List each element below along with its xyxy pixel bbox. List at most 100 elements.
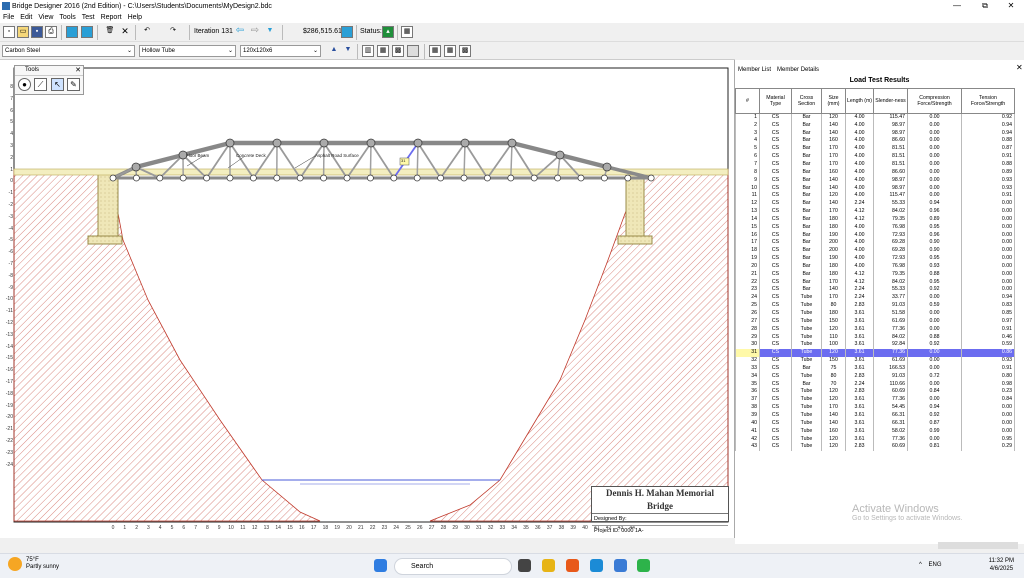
table-row[interactable]: 37 CS Tube 120 3.61 77.36 0.00 0.84	[735, 395, 1015, 404]
top-joint[interactable]	[460, 138, 470, 148]
deck-joint[interactable]	[320, 174, 327, 182]
search-box[interactable]: Search	[394, 558, 512, 575]
file-explorer-icon[interactable]	[542, 559, 555, 572]
deck-joint[interactable]	[530, 174, 538, 182]
menu-test[interactable]: Test	[79, 12, 98, 23]
table-row[interactable]: 2 CS Bar 140 4.00 98.97 0.00 0.94	[735, 121, 1015, 130]
table-row[interactable]: 27 CS Tube 150 3.61 61.69 0.00 0.97	[735, 317, 1015, 326]
tray-icons[interactable]: ^ ENG	[919, 562, 942, 568]
table-row[interactable]: 12 CS Bar 140 2.24 55.33 0.94 0.00	[735, 199, 1015, 208]
deck-joint[interactable]	[624, 174, 632, 182]
eraser-tool-icon[interactable]: ✎	[67, 78, 80, 91]
table-row[interactable]: 25 CS Tube 80 2.83 91.03 0.59 0.83	[735, 301, 1015, 310]
table-row[interactable]: 19 CS Bar 190 4.00 72.93 0.95 0.00	[735, 254, 1015, 263]
table-row[interactable]: 17 CS Bar 200 4.00 69.28 0.90 0.00	[735, 239, 1015, 247]
web-member[interactable]	[369, 142, 372, 179]
table-row[interactable]: 39 CS Tube 140 3.61 66.31 0.92 0.00	[735, 411, 1015, 420]
start-icon[interactable]	[374, 559, 387, 572]
deck-joint[interactable]	[577, 174, 585, 182]
horizontal-scrollbar[interactable]	[938, 542, 1018, 549]
deck-joint[interactable]	[179, 174, 187, 182]
medium-grid-icon[interactable]: ▦	[444, 45, 456, 57]
table-row[interactable]: 6 CS Bar 170 4.00 81.51 0.00 0.91	[735, 152, 1015, 161]
top-joint[interactable]	[507, 138, 517, 148]
maximize-button[interactable]: ⧉	[972, 0, 998, 12]
bridge-drawing[interactable]	[0, 60, 735, 538]
drawing-canvas[interactable]: Floor Beam Concrete Deck Asphalt Road Su…	[0, 60, 735, 538]
top-joint[interactable]	[272, 138, 282, 148]
top-joint[interactable]	[413, 138, 423, 148]
table-row[interactable]: 28 CS Tube 120 3.61 77.36 0.00 0.91	[735, 325, 1015, 334]
print-icon[interactable]: ⎙	[45, 26, 57, 38]
table-row[interactable]: 5 CS Bar 170 4.00 81.51 0.00 0.87	[735, 144, 1015, 153]
menu-edit[interactable]: Edit	[17, 12, 35, 23]
deck-joint[interactable]	[460, 174, 468, 182]
column-header[interactable]: Compression Force/Strength	[907, 88, 962, 114]
table-row[interactable]: 32 CS Tube 150 3.61 61.69 0.00 0.93	[735, 356, 1015, 365]
clock[interactable]: 11:32 PM 4/6/2025	[989, 557, 1014, 573]
cancel-icon[interactable]: ✕	[119, 26, 131, 38]
top-chord-member[interactable]	[559, 152, 608, 170]
web-member[interactable]	[463, 142, 466, 179]
size-select[interactable]: 120x120x6 ⌄	[240, 45, 321, 57]
column-header[interactable]: Size (mm)	[821, 88, 846, 114]
table-row[interactable]: 42 CS Tube 120 3.61 77.36 0.00 0.95	[735, 435, 1015, 443]
deck-joint[interactable]	[601, 174, 608, 182]
table-row[interactable]: 8 CS Bar 160 4.00 86.60 0.00 0.89	[735, 168, 1015, 177]
table-row[interactable]: 10 CS Bar 140 4.00 98.97 0.00 0.93	[735, 184, 1015, 192]
deck-joint[interactable]	[133, 174, 140, 182]
table-row[interactable]: 30 CS Tube 100 3.61 92.84 0.92 0.59	[735, 340, 1015, 349]
table-row[interactable]: 24 CS Tube 170 2.24 33.77 0.00 0.94	[735, 293, 1015, 302]
iteration-browser-icon[interactable]: ▼	[264, 26, 276, 38]
table-row[interactable]: 4 CS Bar 160 4.00 86.60 0.00 0.88	[735, 137, 1015, 145]
deck-joint[interactable]	[343, 174, 351, 182]
brave-icon[interactable]	[566, 559, 579, 572]
deck-joint[interactable]	[109, 174, 117, 182]
table-row[interactable]: 34 CS Tube 80 2.83 91.03 0.72 0.80	[735, 372, 1015, 381]
section-select[interactable]: Hollow Tube ⌄	[139, 45, 236, 57]
deck-joint[interactable]	[226, 174, 234, 182]
table-row[interactable]: 43 CS Tube 120 2.83 60.69 0.81 0.29	[735, 442, 1015, 451]
table-row[interactable]: 13 CS Bar 170 4.12 84.02 0.96 0.00	[735, 207, 1015, 216]
weather-widget[interactable]: 75°F Partly sunny	[8, 557, 59, 571]
minimize-button[interactable]: —	[944, 0, 970, 12]
table-row[interactable]: 14 CS Bar 180 4.12 79.35 0.89 0.00	[735, 215, 1015, 224]
cost-report-icon[interactable]	[341, 26, 353, 38]
deck-joint[interactable]	[156, 174, 164, 182]
deck-joint[interactable]	[484, 174, 491, 182]
table-row[interactable]: 41 CS Tube 160 3.61 58.02 0.99 0.00	[735, 427, 1015, 436]
table-row[interactable]: 29 CS Tube 110 3.61 84.02 0.88 0.46	[735, 333, 1015, 341]
deck-joint[interactable]	[390, 174, 398, 182]
table-row[interactable]: 15 CS Bar 180 4.00 76.98 0.95 0.00	[735, 223, 1015, 232]
deck-joint[interactable]	[250, 174, 257, 182]
menu-view[interactable]: View	[35, 12, 56, 23]
chrome-icon[interactable]	[637, 559, 650, 572]
top-joint[interactable]	[602, 162, 612, 172]
web-member[interactable]	[416, 142, 419, 179]
table-row[interactable]: 9 CS Bar 140 4.00 98.97 0.00 0.93	[735, 176, 1015, 185]
panel-close-icon[interactable]: ✕	[1016, 63, 1023, 72]
drawing-board-icon[interactable]	[66, 26, 78, 38]
tools-close-icon[interactable]: ✕	[75, 66, 81, 74]
new-file-icon[interactable]: ▫	[3, 26, 15, 38]
labels-icon[interactable]: ▩	[392, 45, 404, 57]
tab-member-list[interactable]: Member List	[735, 64, 775, 76]
column-header[interactable]: Tension Force/Strength	[961, 88, 1015, 114]
table-row[interactable]: 33 CS Bar 75 3.61 166.53 0.00 0.91	[735, 364, 1015, 373]
next-iteration-icon[interactable]: ⇨	[249, 26, 261, 38]
table-row[interactable]: 7 CS Bar 170 4.00 81.51 0.00 0.88	[735, 160, 1015, 169]
table-row[interactable]: 16 CS Bar 190 4.00 72.93 0.96 0.00	[735, 231, 1015, 239]
redo-icon[interactable]: ↷	[167, 26, 179, 38]
undo-icon[interactable]: ↶	[141, 26, 153, 38]
table-row[interactable]: 20 CS Bar 180 4.00 76.98 0.93 0.00	[735, 262, 1015, 271]
delete-icon[interactable]: 🗑	[104, 26, 116, 38]
deck-joint[interactable]	[273, 174, 281, 182]
task-view-icon[interactable]	[518, 559, 531, 572]
joint-tool-icon[interactable]: ●	[18, 78, 31, 91]
previous-iteration-icon[interactable]: ⇦	[234, 26, 246, 38]
deck-joint[interactable]	[507, 174, 515, 182]
top-joint[interactable]	[555, 150, 565, 160]
deck-joint[interactable]	[437, 174, 444, 182]
select-tool-icon[interactable]: ↖	[51, 78, 64, 91]
deck-joint[interactable]	[413, 174, 421, 182]
